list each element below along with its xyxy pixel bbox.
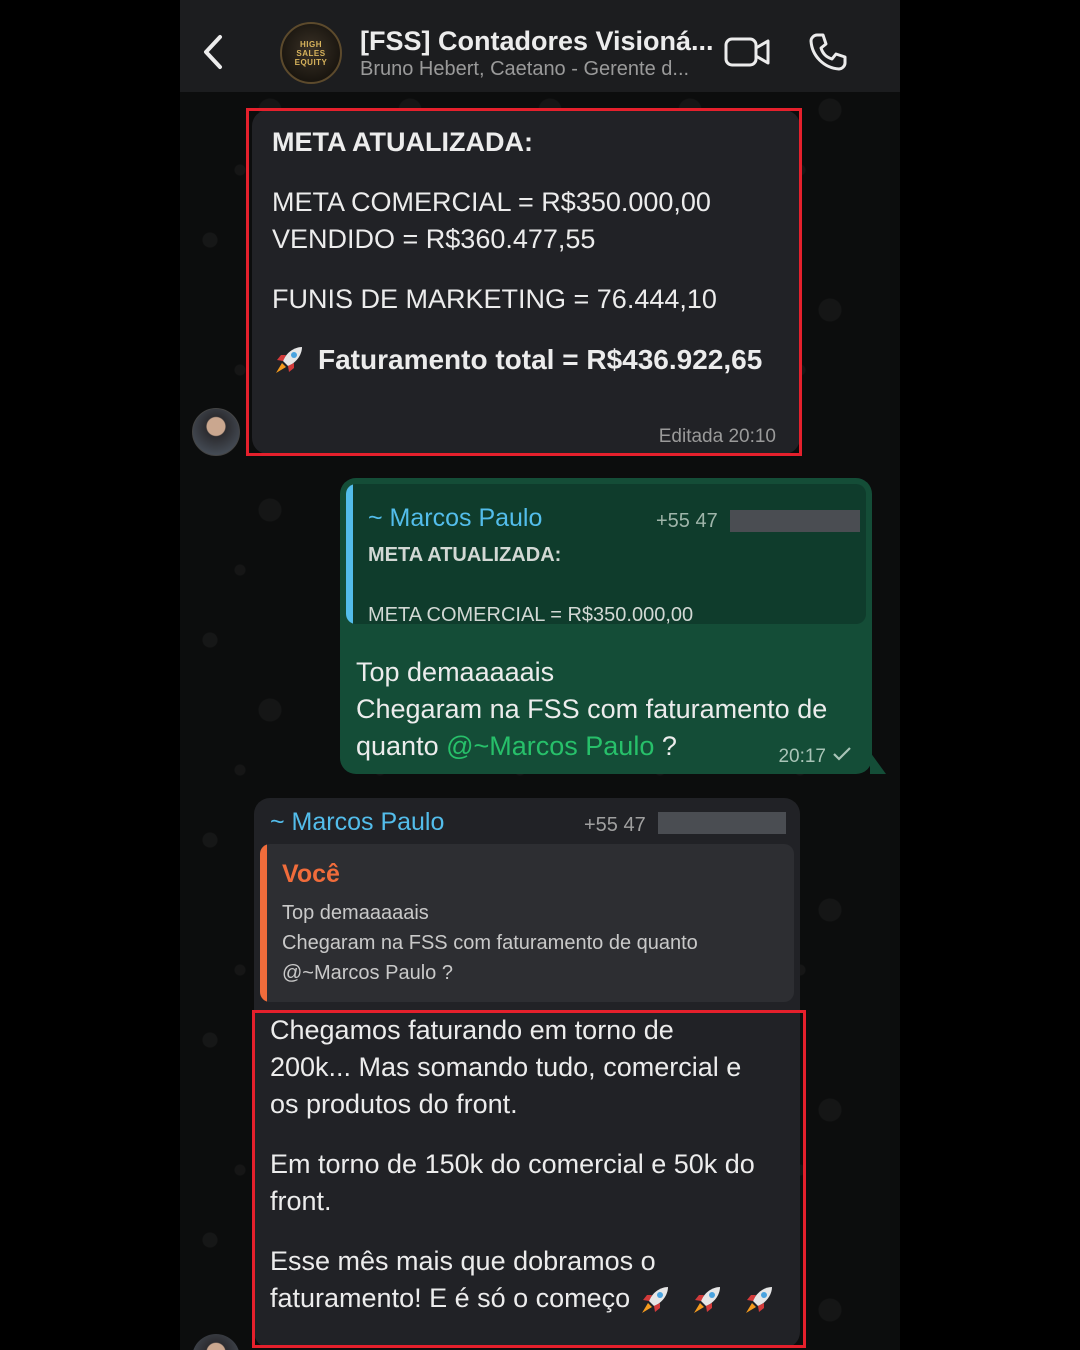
back-chevron-icon[interactable]: [198, 32, 228, 72]
outgoing-reply-message[interactable]: ~ Marcos Paulo +55 47 META ATUALIZADA: M…: [340, 478, 872, 774]
quote-line-3: @~Marcos Paulo ?: [282, 962, 453, 984]
quote-bar: [346, 484, 353, 624]
chat-screen: HIGH SALES EQUITY [FSS] Contadores Visio…: [180, 0, 900, 1350]
highlight-box: [252, 1010, 806, 1348]
group-members[interactable]: Bruno Hebert, Caetano - Gerente d...: [360, 58, 689, 81]
quote-line-2: META COMERCIAL = R$350.000,00: [368, 604, 694, 624]
highlight-box: [246, 108, 802, 456]
body-line-3-prefix: quanto: [356, 731, 447, 761]
sender-name[interactable]: ~ Marcos Paulo: [270, 808, 444, 837]
sender-avatar[interactable]: [192, 408, 240, 456]
quoted-message[interactable]: Você Top demaaaaais Chegaram na FSS com …: [260, 844, 794, 1002]
avatar-logo-text-1: HIGH: [300, 39, 322, 49]
avatar-logo-text-3: EQUITY: [294, 57, 328, 67]
body-line-3-suffix: ?: [654, 731, 677, 761]
quote-bar: [260, 844, 267, 1002]
quote-phone: +55 47: [656, 510, 718, 532]
body-line-1: Top demaaaaais: [356, 657, 555, 687]
group-avatar[interactable]: HIGH SALES EQUITY: [280, 22, 342, 84]
mention-link[interactable]: @~Marcos Paulo: [446, 731, 654, 761]
voice-call-icon[interactable]: [808, 32, 848, 72]
redacted-phone: [730, 510, 860, 532]
group-title[interactable]: [FSS] Contadores Visioná...: [360, 26, 714, 57]
message-body: Top demaaaaais Chegaram na FSS com fatur…: [356, 654, 827, 765]
sender-phone: +55 47: [584, 814, 646, 836]
quoted-message[interactable]: ~ Marcos Paulo +55 47 META ATUALIZADA: M…: [346, 484, 866, 624]
sent-check-icon: [832, 746, 852, 768]
quote-line-1: Top demaaaaais: [282, 902, 429, 924]
redacted-phone: [658, 812, 786, 834]
quote-line-2: Chegaram na FSS com faturamento de quant…: [282, 932, 698, 954]
bubble-tail: [870, 752, 886, 774]
quote-line-1: META ATUALIZADA:: [368, 544, 562, 566]
quote-author: ~ Marcos Paulo: [368, 504, 543, 532]
chat-header: HIGH SALES EQUITY [FSS] Contadores Visio…: [180, 0, 900, 92]
video-call-icon[interactable]: [724, 34, 772, 70]
body-line-3: quanto @~Marcos Paulo ?: [356, 728, 827, 765]
quote-text: Top demaaaaais Chegaram na FSS com fatur…: [282, 898, 698, 988]
message-meta: 20:17: [778, 746, 852, 768]
message-time: 20:17: [778, 746, 826, 767]
body-line-2: Chegaram na FSS com faturamento de: [356, 694, 828, 724]
sender-avatar[interactable]: [192, 1334, 240, 1350]
avatar-logo-text-2: SALES: [296, 48, 326, 58]
quote-author: Você: [282, 860, 340, 888]
